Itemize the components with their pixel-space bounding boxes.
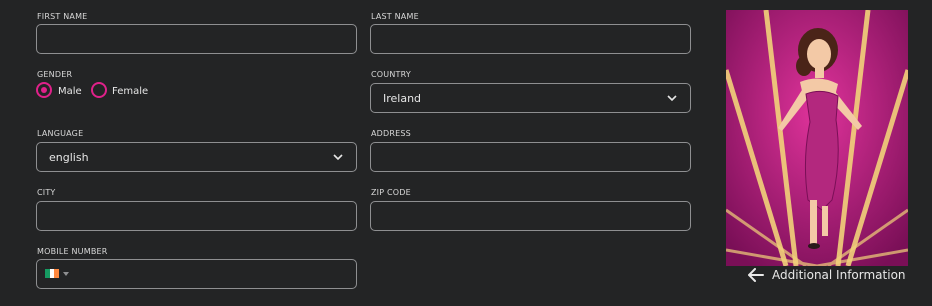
gender-label: GENDER xyxy=(37,70,73,79)
language-label: LANGUAGE xyxy=(37,129,84,138)
zip-code-label: ZIP CODE xyxy=(371,188,411,197)
language-select[interactable]: english xyxy=(36,142,357,172)
gender-female-radio[interactable] xyxy=(91,82,107,98)
city-input[interactable] xyxy=(36,201,357,231)
city-label: CITY xyxy=(37,188,56,197)
promo-banner-image xyxy=(726,10,908,266)
flag-stripe-orange xyxy=(54,269,60,278)
first-name-label: FIRST NAME xyxy=(37,12,88,21)
mobile-number-input[interactable] xyxy=(36,259,357,289)
gender-male-label: Male xyxy=(58,86,82,97)
arrow-left-icon xyxy=(748,268,764,282)
showgirl-illustration xyxy=(726,10,908,266)
last-name-label: LAST NAME xyxy=(371,12,419,21)
chevron-down-icon xyxy=(333,154,343,161)
chevron-down-icon xyxy=(667,95,677,102)
mobile-number-label: MOBILE NUMBER xyxy=(37,247,108,256)
gender-male-radio[interactable] xyxy=(36,82,52,98)
zip-code-input[interactable] xyxy=(370,201,691,231)
country-value: Ireland xyxy=(383,92,422,105)
gender-female-label: Female xyxy=(112,86,149,97)
last-name-input[interactable] xyxy=(370,24,691,54)
country-select[interactable]: Ireland xyxy=(370,83,691,113)
ireland-flag-icon[interactable] xyxy=(45,269,60,278)
country-code-caret-icon[interactable] xyxy=(63,272,69,276)
additional-information-link[interactable]: Additional Information xyxy=(748,268,906,282)
additional-information-label: Additional Information xyxy=(772,268,906,282)
first-name-input[interactable] xyxy=(36,24,357,54)
country-label: COUNTRY xyxy=(371,70,411,79)
language-value: english xyxy=(49,151,89,164)
address-label: ADDRESS xyxy=(371,129,411,138)
address-input[interactable] xyxy=(370,142,691,172)
